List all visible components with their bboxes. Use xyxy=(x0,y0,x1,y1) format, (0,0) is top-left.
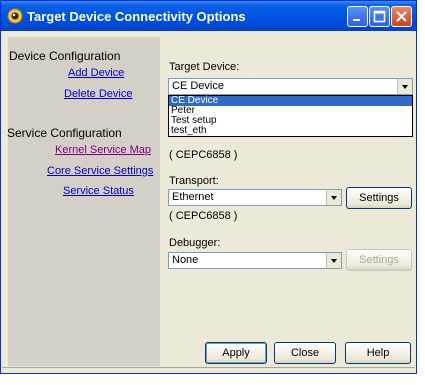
debugger-select[interactable]: None xyxy=(168,252,342,269)
status-bar xyxy=(2,367,415,374)
chevron-down-icon[interactable] xyxy=(326,253,341,268)
dropdown-option[interactable]: CE Device xyxy=(169,96,412,106)
chevron-down-icon[interactable] xyxy=(397,79,412,94)
minimize-button[interactable] xyxy=(347,6,368,27)
close-icon xyxy=(396,11,407,22)
transport-value: Ethernet xyxy=(172,191,214,203)
target-device-label: Target Device: xyxy=(169,61,240,73)
transport-settings-button[interactable]: Settings xyxy=(346,187,412,209)
target-device-select[interactable]: CE Device xyxy=(168,78,413,95)
maximize-button[interactable] xyxy=(369,6,390,27)
sidebar: Device Configuration Add Device Delete D… xyxy=(7,37,160,366)
service-status-link[interactable]: Service Status xyxy=(63,185,134,197)
target-app-icon xyxy=(7,8,23,24)
dropdown-option[interactable]: test_eth xyxy=(169,126,412,136)
chevron-down-icon[interactable] xyxy=(326,190,341,205)
debugger-label: Debugger: xyxy=(169,237,221,249)
window-title: Target Device Connectivity Options xyxy=(27,9,246,24)
add-device-link[interactable]: Add Device xyxy=(68,67,124,79)
target-device-dropdown-list: CE Device Peter Test setup test_eth xyxy=(168,95,413,137)
apply-button[interactable]: Apply xyxy=(205,342,267,364)
close-window-button[interactable] xyxy=(391,6,412,27)
delete-device-link[interactable]: Delete Device xyxy=(64,88,132,100)
main-panel: Target Device: CE Device CE Device Peter… xyxy=(168,37,413,369)
transport-label: Transport: xyxy=(169,175,219,187)
device-config-heading: Device Configuration xyxy=(9,49,121,63)
title-bar[interactable]: Target Device Connectivity Options xyxy=(1,1,416,31)
background xyxy=(417,0,425,385)
maximize-icon xyxy=(373,10,386,23)
transport-select[interactable]: Ethernet xyxy=(168,189,342,206)
kernel-service-map-link[interactable]: Kernel Service Map xyxy=(55,144,151,156)
help-button[interactable]: Help xyxy=(345,342,411,364)
core-service-settings-link[interactable]: Core Service Settings xyxy=(47,165,153,177)
service-config-heading: Service Configuration xyxy=(7,126,122,140)
transport-note: ( CEPC6858 ) xyxy=(169,210,238,222)
debugger-value: None xyxy=(172,254,199,266)
dialog-window: Target Device Connectivity Options Devic… xyxy=(0,0,417,374)
close-button[interactable]: Close xyxy=(274,342,336,364)
debugger-settings-button[interactable]: Settings xyxy=(346,249,412,271)
target-device-value: CE Device xyxy=(172,80,224,92)
download-note: ( CEPC6858 ) xyxy=(169,149,238,161)
minimize-icon xyxy=(353,19,360,21)
